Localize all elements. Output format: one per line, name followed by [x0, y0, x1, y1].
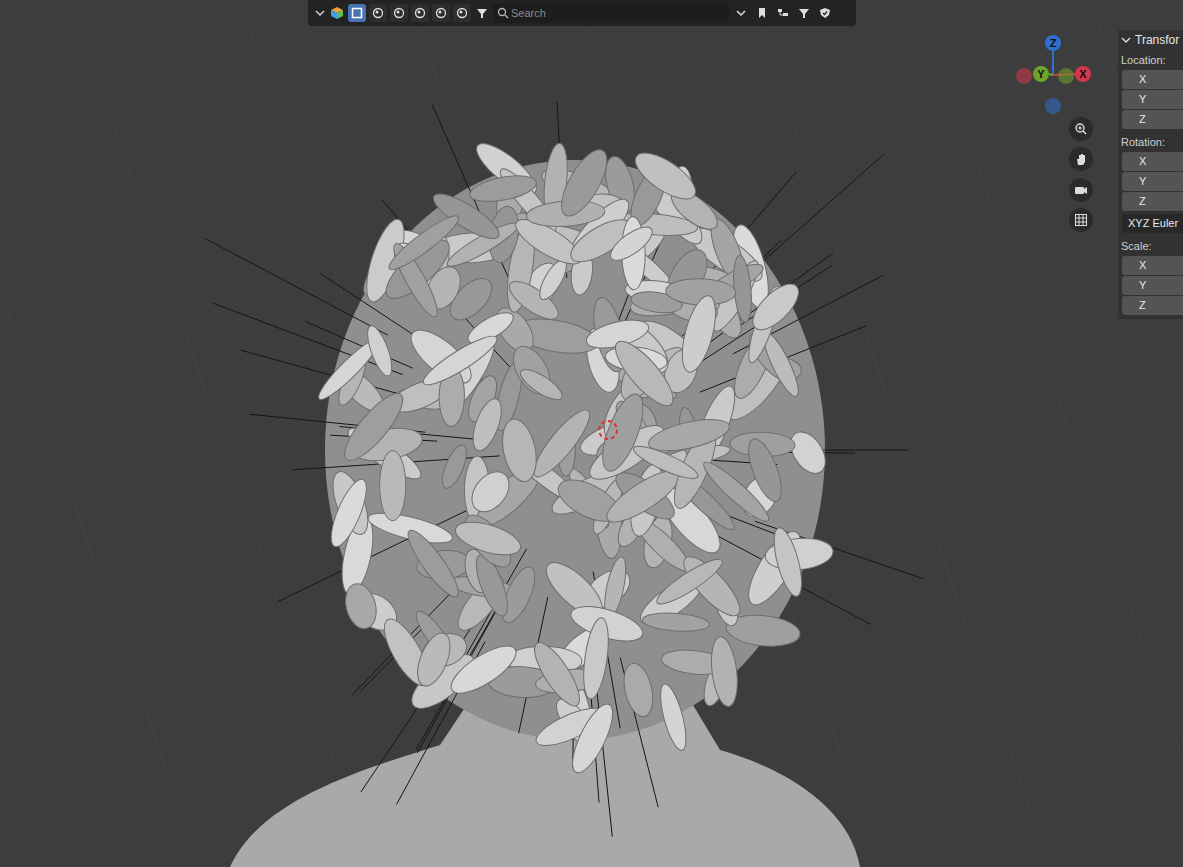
number-field[interactable]: Y [1122, 276, 1183, 295]
hand-icon[interactable] [1069, 147, 1093, 171]
filter-icon[interactable] [474, 4, 490, 22]
filter-icon[interactable] [795, 4, 813, 22]
bookmark-icon[interactable] [753, 4, 771, 22]
mode-button[interactable] [432, 4, 450, 22]
view-dropdown-icon[interactable] [732, 4, 750, 22]
section-label: Scale: [1118, 236, 1183, 256]
field-group: XYZ [1122, 70, 1183, 129]
number-field[interactable]: Y [1122, 172, 1183, 191]
rotation-mode-label: XYZ Euler [1128, 215, 1178, 232]
number-field[interactable]: Z [1122, 192, 1183, 211]
number-field[interactable]: X [1122, 256, 1183, 275]
negative-axis-button[interactable] [1058, 68, 1074, 84]
shield-icon[interactable] [816, 4, 834, 22]
negative-axis-button[interactable] [1016, 68, 1032, 84]
panel-header[interactable]: Transfor [1118, 30, 1183, 50]
transform-panel: TransforLocation:XYZRotation:XYZXYZ Eule… [1118, 30, 1183, 319]
number-field[interactable]: X [1122, 70, 1183, 89]
section-label: Rotation: [1118, 132, 1183, 152]
mode-button[interactable] [411, 4, 429, 22]
field-label: Y [1139, 173, 1146, 190]
axis-y-button[interactable]: Y [1033, 66, 1049, 82]
field-label: X [1139, 257, 1146, 274]
number-field[interactable]: Z [1122, 296, 1183, 315]
editor-type-icon[interactable] [329, 5, 345, 21]
number-field[interactable]: X [1122, 152, 1183, 171]
mode-button[interactable] [390, 4, 408, 22]
field-label: X [1139, 153, 1146, 170]
mode-button[interactable] [348, 4, 366, 22]
zoom-icon[interactable] [1069, 117, 1093, 141]
axis-x-button[interactable]: X [1075, 66, 1091, 82]
field-label: Y [1139, 277, 1146, 294]
search-icon [497, 7, 509, 19]
search-box [493, 3, 729, 23]
axis-label: Y [1037, 69, 1044, 80]
field-label: Z [1139, 297, 1146, 314]
field-label: Z [1139, 111, 1146, 128]
rotation-mode-dropdown[interactable]: XYZ Euler [1122, 214, 1183, 233]
field-label: Y [1139, 91, 1146, 108]
search-field[interactable] [493, 3, 729, 23]
dropdown-icon[interactable] [314, 7, 326, 19]
mode-button[interactable] [369, 4, 387, 22]
axis-z-button[interactable]: Z [1045, 35, 1061, 51]
viewport[interactable]: ZYXTransforLocation:XYZRotation:XYZXYZ E… [0, 0, 1183, 867]
panel-title: Transfor [1135, 31, 1179, 49]
negative-axis-button[interactable] [1045, 98, 1061, 114]
expand-icon[interactable] [1121, 35, 1131, 45]
mode-button[interactable] [453, 4, 471, 22]
field-group: XYZ [1122, 152, 1183, 211]
flower-head-model[interactable] [0, 0, 1183, 867]
number-field[interactable]: Z [1122, 110, 1183, 129]
grid-icon[interactable] [1069, 208, 1093, 232]
viewport-header [308, 0, 856, 26]
field-label: Z [1139, 193, 1146, 210]
camera-icon[interactable] [1069, 178, 1093, 202]
axis-label: Z [1050, 38, 1057, 49]
outliner-icon[interactable] [774, 4, 792, 22]
axis-label: X [1079, 69, 1086, 80]
field-label: X [1139, 71, 1146, 88]
number-field[interactable]: Y [1122, 90, 1183, 109]
section-label: Location: [1118, 50, 1183, 70]
field-group: XYZ [1122, 256, 1183, 315]
